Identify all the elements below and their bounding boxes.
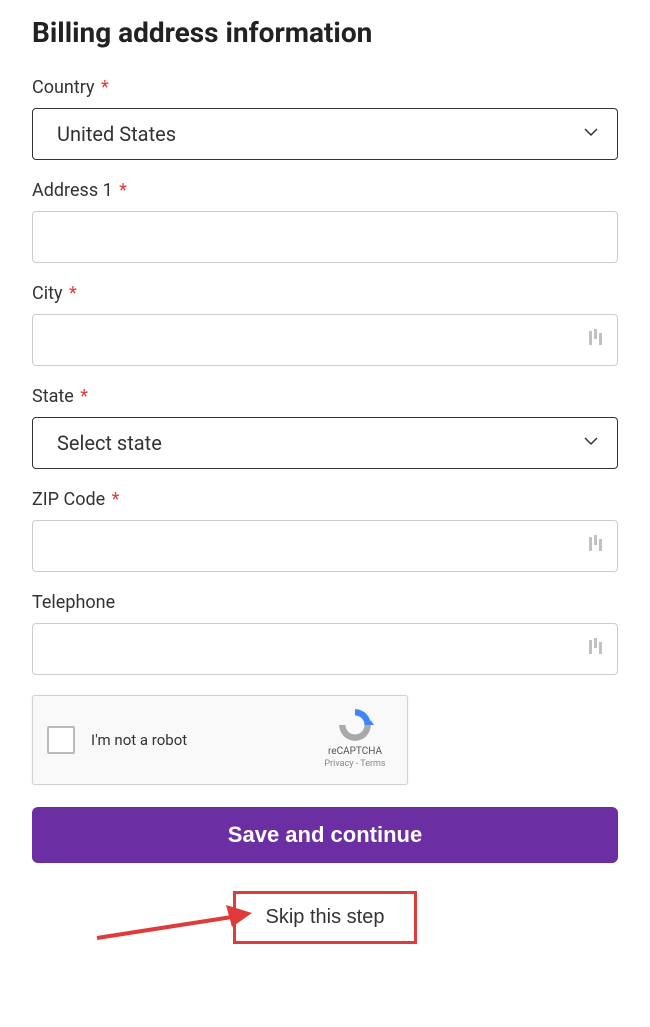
state-value: Select state xyxy=(57,431,162,455)
zip-input[interactable] xyxy=(33,521,617,571)
city-label-text: City xyxy=(32,283,63,304)
telephone-label: Telephone xyxy=(32,592,618,613)
autofill-icon xyxy=(589,535,603,557)
zip-input-wrapper xyxy=(32,520,618,572)
telephone-input-wrapper xyxy=(32,623,618,675)
field-state: State * Select state xyxy=(32,386,618,469)
zip-label: ZIP Code * xyxy=(32,489,618,510)
chevron-down-icon xyxy=(583,433,599,453)
address1-label-text: Address 1 xyxy=(32,180,113,201)
page-title: Billing address information xyxy=(32,16,618,49)
field-telephone: Telephone xyxy=(32,592,618,675)
state-label: State * xyxy=(32,386,618,407)
country-label-text: Country xyxy=(32,77,95,98)
recaptcha-brand: reCAPTCHA Privacy - Terms xyxy=(315,706,395,769)
zip-label-text: ZIP Code xyxy=(32,489,105,510)
field-address1: Address 1 * xyxy=(32,180,618,263)
recaptcha-label: I'm not a robot xyxy=(91,731,187,749)
required-mark: * xyxy=(119,180,127,201)
recaptcha-brand-name: reCAPTCHA xyxy=(315,746,395,757)
recaptcha-icon xyxy=(336,706,374,744)
field-city: City * xyxy=(32,283,618,366)
required-mark: * xyxy=(69,283,77,304)
address1-input[interactable] xyxy=(33,212,617,262)
chevron-down-icon xyxy=(583,124,599,144)
recaptcha-terms-link[interactable]: Terms xyxy=(360,759,385,769)
recaptcha-brand-links: Privacy - Terms xyxy=(315,759,395,769)
skip-button-highlight: Skip this step xyxy=(233,891,418,944)
skip-row: Skip this step xyxy=(32,891,618,944)
recaptcha-widget: I'm not a robot reCAPTCHA Privacy - Term… xyxy=(32,695,408,785)
skip-step-button[interactable]: Skip this step xyxy=(266,906,385,929)
autofill-icon xyxy=(589,638,603,660)
address1-label: Address 1 * xyxy=(32,180,618,201)
recaptcha-checkbox[interactable] xyxy=(47,726,75,754)
save-continue-button[interactable]: Save and continue xyxy=(32,807,618,863)
country-label: Country * xyxy=(32,77,618,98)
required-mark: * xyxy=(112,489,120,510)
city-input[interactable] xyxy=(33,315,617,365)
field-zip: ZIP Code * xyxy=(32,489,618,572)
state-label-text: State xyxy=(32,386,74,407)
city-input-wrapper xyxy=(32,314,618,366)
required-mark: * xyxy=(101,77,109,98)
field-country: Country * United States xyxy=(32,77,618,160)
address1-input-wrapper xyxy=(32,211,618,263)
autofill-icon xyxy=(589,329,603,351)
city-label: City * xyxy=(32,283,618,304)
recaptcha-privacy-link[interactable]: Privacy xyxy=(324,759,353,769)
country-select[interactable]: United States xyxy=(32,108,618,160)
country-value: United States xyxy=(57,122,176,146)
required-mark: * xyxy=(80,386,88,407)
telephone-label-text: Telephone xyxy=(32,592,115,613)
state-select[interactable]: Select state xyxy=(32,417,618,469)
telephone-input[interactable] xyxy=(33,624,617,674)
